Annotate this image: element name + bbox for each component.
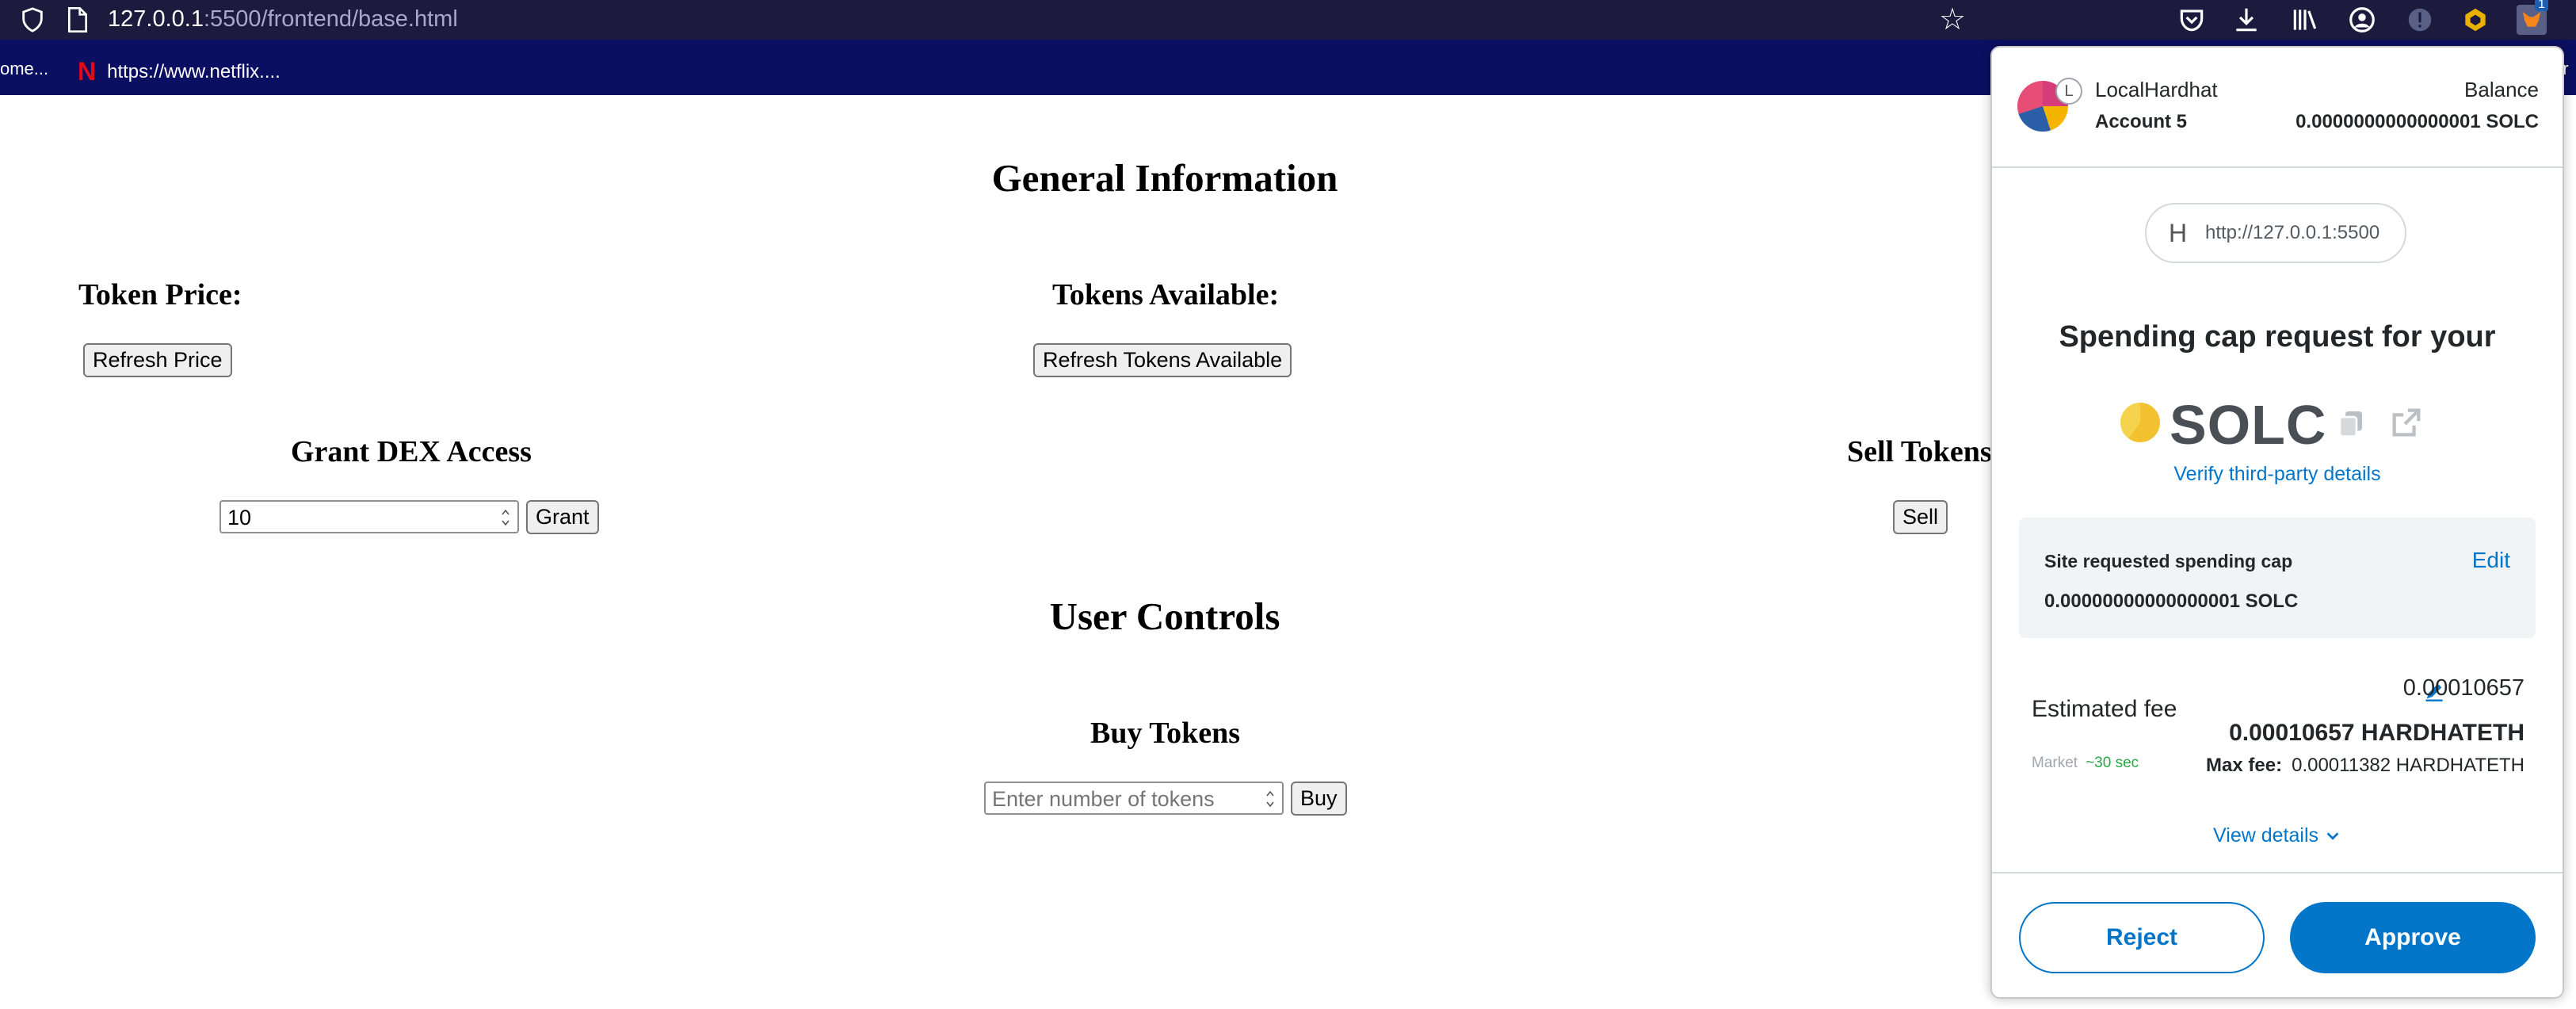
shield-icon[interactable] xyxy=(19,6,46,33)
popup-header: L LocalHardhat Account 5 Balance 0.00000… xyxy=(1992,48,2563,168)
token-price-heading: Token Price: xyxy=(78,278,242,311)
fee-amount: 0.00010657 xyxy=(2402,675,2524,701)
metamask-popup: L LocalHardhat Account 5 Balance 0.00000… xyxy=(1990,46,2564,999)
page-icon xyxy=(68,7,87,32)
external-link-icon[interactable] xyxy=(2388,404,2425,441)
account-icon[interactable] xyxy=(2347,5,2377,35)
estimated-fee-label: Estimated fee xyxy=(2032,696,2177,722)
view-details-link[interactable]: View details xyxy=(1992,824,2563,847)
spinner-icon[interactable] xyxy=(500,506,511,529)
bookmark-netflix[interactable]: N https://www.netflix.... xyxy=(78,57,280,86)
library-icon[interactable] xyxy=(2290,5,2320,35)
request-title: Spending cap request for your xyxy=(2059,320,2496,354)
cap-label: Site requested spending cap xyxy=(2044,551,2293,571)
tokens-available-heading: Tokens Available: xyxy=(1052,278,1280,311)
max-fee-value: 0.00011382 HARDHATETH xyxy=(2292,755,2524,776)
chevron-down-icon xyxy=(2326,832,2339,841)
sell-tokens-heading: Sell Tokens xyxy=(1847,435,1992,468)
grant-amount-input[interactable]: 10 xyxy=(219,500,519,533)
bookmark-star-icon[interactable]: ☆ xyxy=(1939,5,1966,35)
cap-value: 0.00000000000000001 SOLC xyxy=(2044,590,2299,612)
buy-amount-input[interactable]: Enter number of tokens xyxy=(984,782,1284,815)
max-fee-label: Max fee: xyxy=(2206,755,2283,776)
spending-cap-box: Site requested spending cap 0.0000000000… xyxy=(2019,518,2536,638)
estimated-fee-value: 0.00010657 HARDHATETH xyxy=(2229,720,2524,746)
bookmark-netflix-label: https://www.netflix.... xyxy=(107,60,280,82)
grant-button[interactable]: Grant xyxy=(526,500,599,534)
buy-tokens-heading: Buy Tokens xyxy=(1090,717,1241,750)
pocket-icon[interactable] xyxy=(2177,5,2207,35)
token-row: SOLC xyxy=(1992,387,2563,458)
popup-footer: Reject Approve xyxy=(1992,872,2563,997)
market-time: ~30 sec xyxy=(2086,755,2139,771)
privacy-icon[interactable] xyxy=(2405,5,2435,35)
grant-dex-heading: Grant DEX Access xyxy=(291,435,532,468)
max-fee: Max fee: 0.00011382 HARDHATETH xyxy=(2206,755,2524,777)
market-info: Market ~30 sec xyxy=(2032,755,2139,772)
url-bar: 127.0.0.1:5500/frontend/base.html ☆ 1 xyxy=(0,0,2576,40)
bookmark-home[interactable]: ome... xyxy=(0,59,48,79)
site-icon: H xyxy=(2169,219,2188,247)
extension-icon[interactable] xyxy=(2460,5,2490,35)
network-name: LocalHardhat xyxy=(2095,78,2218,101)
view-details-label: View details xyxy=(2213,824,2318,847)
buy-amount-placeholder: Enter number of tokens xyxy=(992,787,1215,811)
balance-label: Balance xyxy=(2464,78,2539,101)
edit-cap-button[interactable]: Edit xyxy=(2472,548,2510,573)
network-badge: L xyxy=(2055,78,2082,105)
token-icon xyxy=(2120,403,2160,442)
refresh-tokens-button[interactable]: Refresh Tokens Available xyxy=(1033,343,1292,377)
market-label: Market xyxy=(2032,755,2078,771)
url-host: 127.0.0.1 xyxy=(108,6,204,32)
general-info-heading: General Information xyxy=(991,156,1338,200)
balance-value: 0.0000000000000001 SOLC xyxy=(2296,111,2539,132)
url-path: :5500/frontend/base.html xyxy=(203,6,458,32)
approve-button[interactable]: Approve xyxy=(2290,902,2536,973)
metamask-fox-icon[interactable]: 1 xyxy=(2517,0,2548,35)
copy-icon[interactable] xyxy=(2334,404,2368,441)
grant-amount-value: 10 xyxy=(227,506,252,529)
download-icon[interactable] xyxy=(2231,5,2261,35)
netflix-icon: N xyxy=(78,57,97,86)
origin-pill: H http://127.0.0.1:5500 xyxy=(2145,203,2406,263)
reject-button[interactable]: Reject xyxy=(2019,902,2265,973)
buy-button[interactable]: Buy xyxy=(1291,782,1347,816)
user-controls-heading: User Controls xyxy=(1049,594,1280,638)
extension-badge: 1 xyxy=(2535,0,2548,11)
origin-url: http://127.0.0.1:5500 xyxy=(2205,222,2380,243)
verify-details-link[interactable]: Verify third-party details xyxy=(1992,463,2563,486)
account-name: Account 5 xyxy=(2095,111,2188,132)
token-symbol: SOLC xyxy=(2170,394,2327,456)
spinner-icon[interactable] xyxy=(1265,788,1276,810)
sell-button[interactable]: Sell xyxy=(1893,500,1948,534)
refresh-price-button[interactable]: Refresh Price xyxy=(83,343,232,377)
address-field[interactable]: 127.0.0.1:5500/frontend/base.html xyxy=(108,5,458,33)
